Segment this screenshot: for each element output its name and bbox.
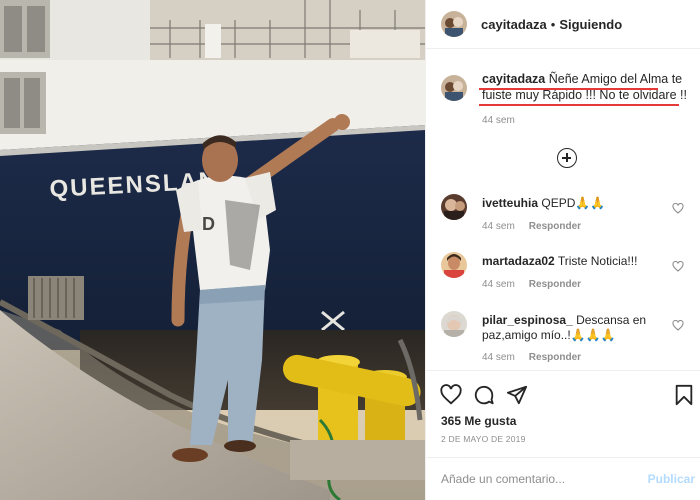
reply-button[interactable]: Responder (529, 221, 581, 232)
follow-status-button[interactable]: Siguiendo (559, 17, 622, 32)
svg-text:D: D (202, 214, 215, 234)
comment-body: QEPD (541, 196, 576, 210)
comment-meta: 44 sem Responder (482, 279, 581, 290)
commenter-username[interactable]: pilar_espinosa_ (482, 313, 573, 327)
author-avatar[interactable] (441, 11, 467, 37)
commenter-username[interactable]: ivetteuhia (482, 196, 538, 210)
comment-like-heart-icon[interactable] (672, 320, 684, 331)
comment-item: martadaza02 Triste Noticia!!! 44 sem Resp… (441, 252, 696, 302)
comment-timestamp: 44 sem (482, 279, 515, 290)
comment-meta: 44 sem Responder (482, 352, 581, 363)
caption-avatar[interactable] (441, 75, 467, 101)
post-header: cayitadaza • Siguiendo (426, 0, 700, 49)
caption-highlight-line (479, 88, 658, 90)
author-username[interactable]: cayitadaza (481, 17, 547, 32)
bookmark-icon[interactable] (673, 384, 695, 406)
comment-item: pilar_espinosa_ Descansa en paz,amigo mí… (441, 311, 696, 363)
comment-text: martadaza02 Triste Noticia!!! (482, 254, 672, 269)
pray-emoji: 🙏🙏🙏 (570, 328, 616, 342)
add-comment-bar: Publicar (426, 457, 700, 500)
publish-button[interactable]: Publicar (648, 472, 695, 486)
caption-timestamp: 44 sem (482, 115, 515, 126)
comment-like-heart-icon[interactable] (672, 203, 684, 214)
comment-meta: 44 sem Responder (482, 221, 581, 232)
reply-button[interactable]: Responder (529, 352, 581, 363)
caption-text: cayitadaza Ñeñe Amigo del Alma te fuiste… (482, 71, 695, 103)
commenter-avatar[interactable] (441, 194, 467, 220)
separator-dot: • (550, 16, 556, 32)
post-sidebar: cayitadaza • Siguiendo cayitadaza Ñeñe A… (425, 0, 700, 500)
post-actions: 365 Me gusta 2 DE MAYO DE 2019 (426, 370, 700, 460)
commenter-username[interactable]: martadaza02 (482, 254, 555, 268)
reply-button[interactable]: Responder (529, 279, 581, 290)
comment-timestamp: 44 sem (482, 221, 515, 232)
likes-count[interactable]: 365 Me gusta (441, 414, 516, 428)
comment-text: pilar_espinosa_ Descansa en paz,amigo mí… (482, 313, 672, 343)
commenter-avatar[interactable] (441, 252, 467, 278)
caption-highlight-line (479, 104, 679, 106)
comment-icon[interactable] (473, 384, 495, 406)
share-icon[interactable] (506, 384, 528, 406)
post-date: 2 DE MAYO DE 2019 (441, 434, 526, 444)
commenter-avatar[interactable] (441, 311, 467, 337)
caption-username[interactable]: cayitadaza (482, 72, 545, 86)
comment-like-heart-icon[interactable] (672, 261, 684, 272)
pray-emoji: 🙏🙏 (575, 196, 606, 210)
comment-text: ivetteuhia QEPD🙏🙏 (482, 196, 672, 211)
comment-body: Triste Noticia!!! (557, 254, 638, 268)
post-photo[interactable]: QUEENSLAN D (0, 0, 425, 500)
comment-input[interactable] (441, 468, 641, 490)
comment-item: ivetteuhia QEPD🙏🙏 44 sem Responder (441, 194, 696, 244)
load-more-comments-icon[interactable] (557, 148, 577, 168)
comment-timestamp: 44 sem (482, 352, 515, 363)
heart-icon[interactable] (440, 384, 462, 406)
